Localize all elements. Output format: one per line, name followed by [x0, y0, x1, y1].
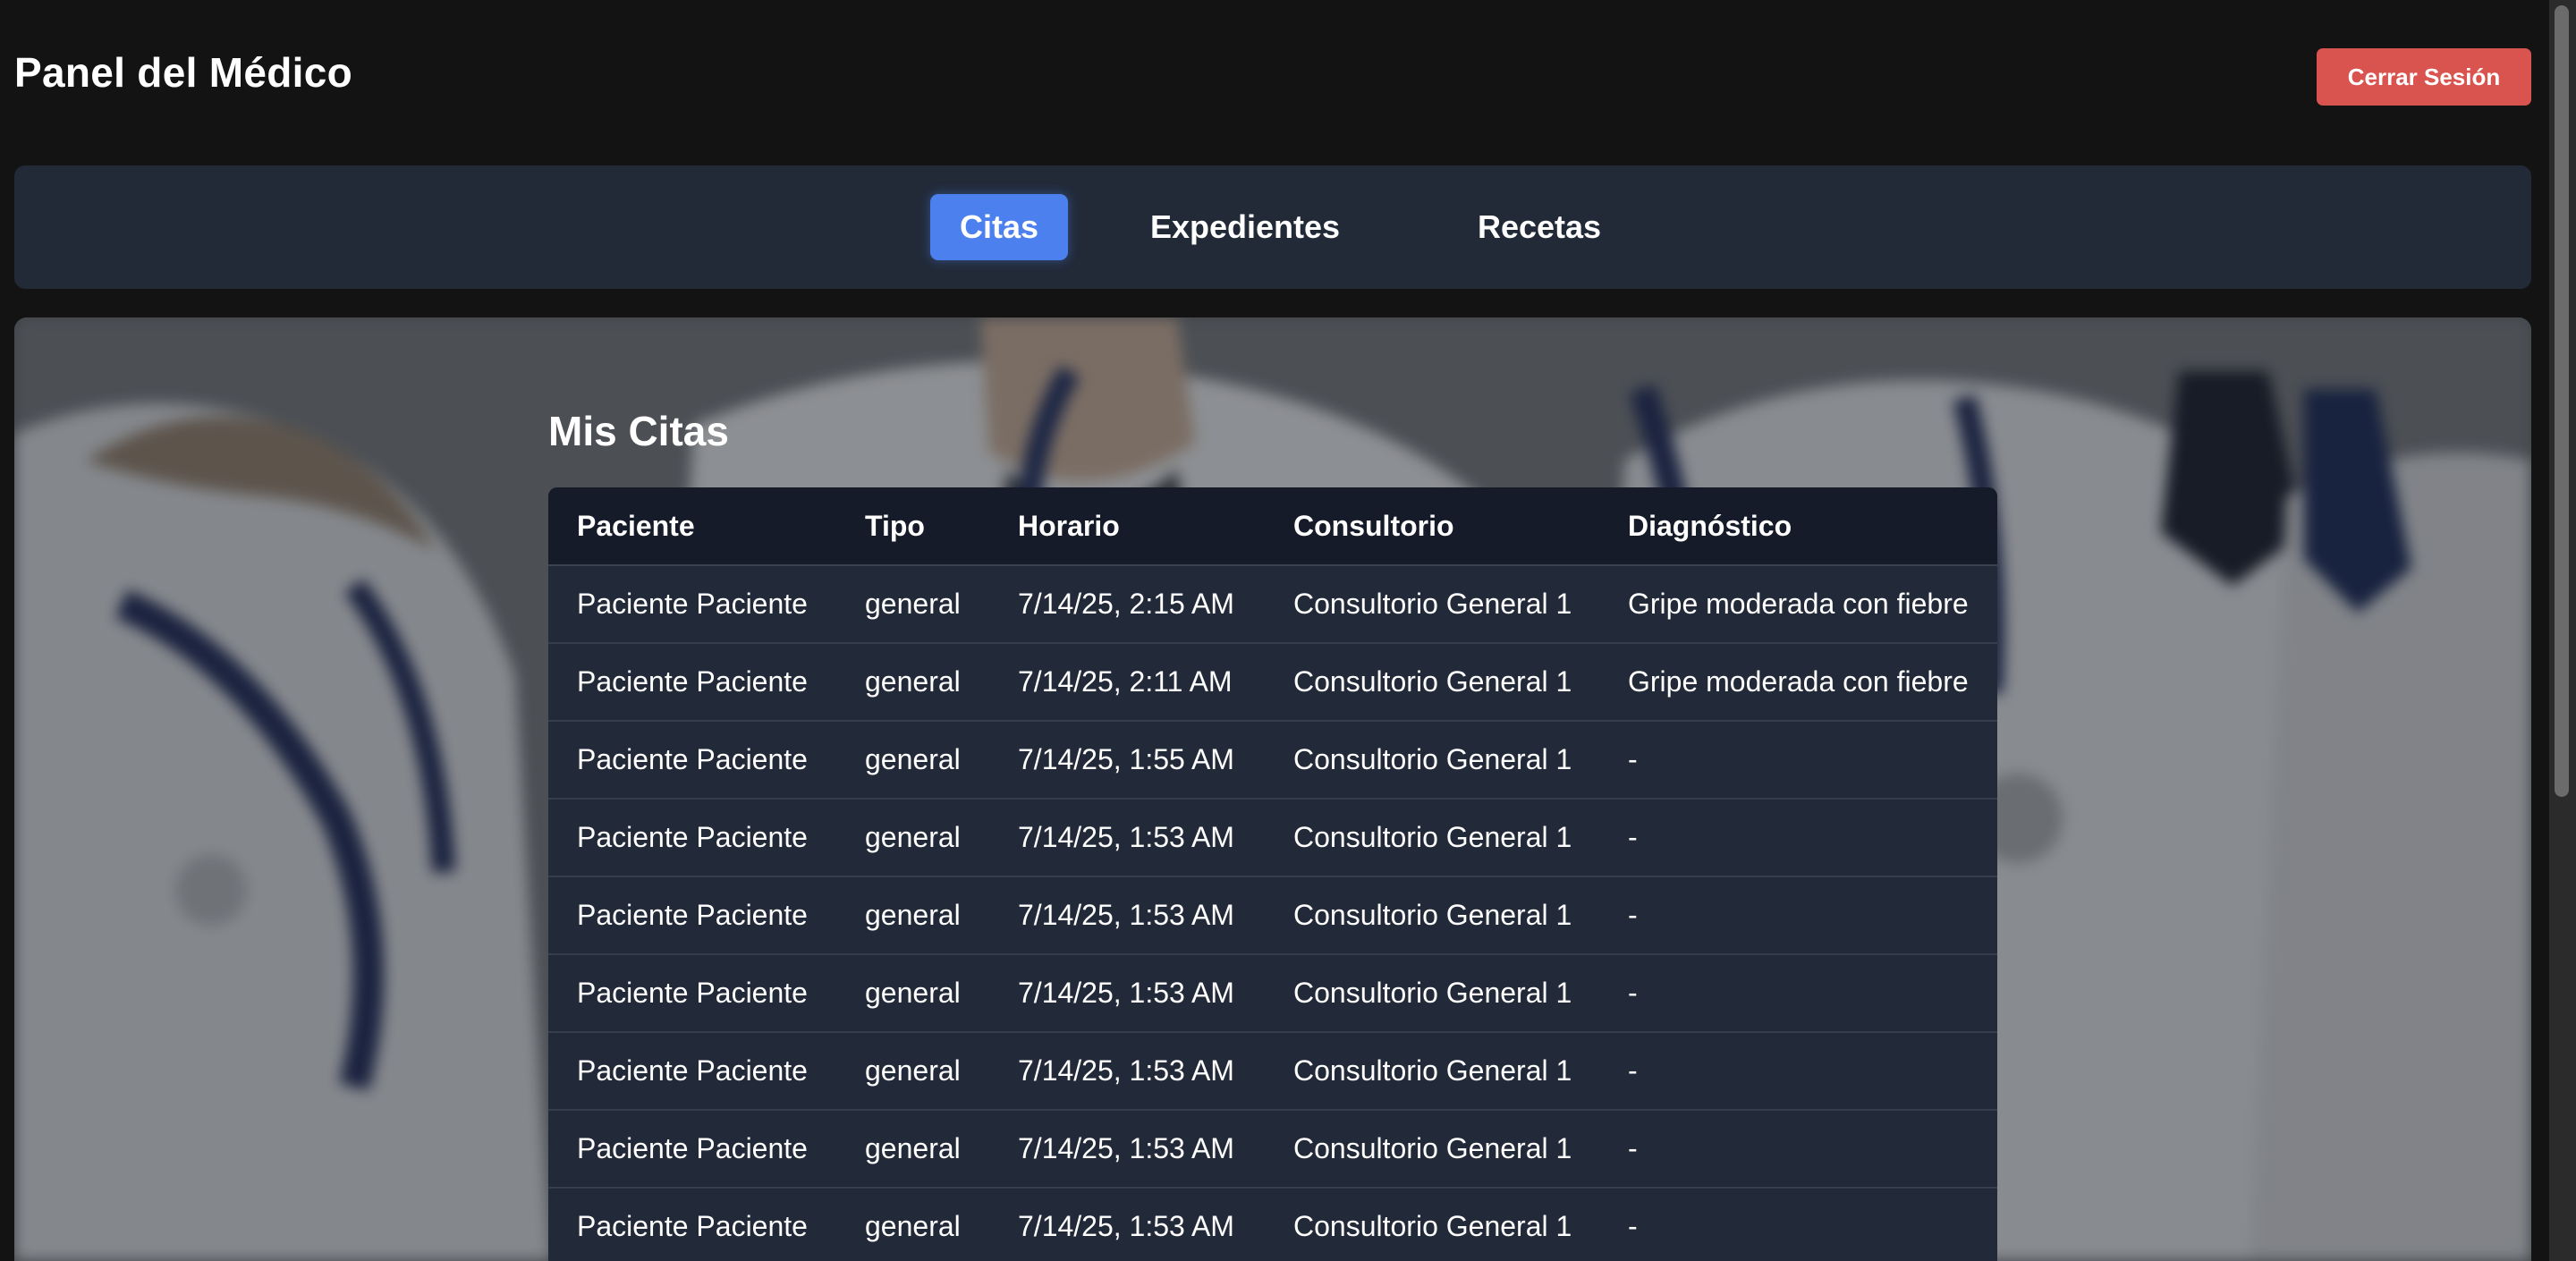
cell-consultorio: Consultorio General 1 [1265, 1110, 1599, 1189]
cell-diagnostico: - [1599, 876, 1997, 955]
tab-expedientes[interactable]: Expedientes [1127, 194, 1363, 260]
cell-horario: 7/14/25, 1:53 AM [989, 1188, 1265, 1261]
cell-diagnostico: - [1599, 1188, 1997, 1261]
column-header-diagnostico: Diagnóstico [1599, 487, 1997, 566]
table-row: Paciente Paciente general 7/14/25, 1:53 … [548, 799, 1997, 877]
cell-consultorio: Consultorio General 1 [1265, 1188, 1599, 1261]
cell-diagnostico: - [1599, 954, 1997, 1033]
column-header-paciente: Paciente [548, 487, 836, 566]
table-row: Paciente Paciente general 7/14/25, 2:11 … [548, 643, 1997, 722]
cell-diagnostico: Gripe moderada con fiebre [1599, 643, 1997, 722]
cell-paciente: Paciente Paciente [548, 721, 836, 800]
cell-consultorio: Consultorio General 1 [1265, 1032, 1599, 1111]
cell-diagnostico: - [1599, 721, 1997, 800]
cell-horario: 7/14/25, 1:53 AM [989, 954, 1265, 1033]
cell-horario: 7/14/25, 1:53 AM [989, 1110, 1265, 1189]
table-row: Paciente Paciente general 7/14/25, 1:53 … [548, 876, 1997, 955]
table-row: Paciente Paciente general 7/14/25, 1:53 … [548, 1188, 1997, 1261]
cell-diagnostico: - [1599, 1110, 1997, 1189]
column-header-consultorio: Consultorio [1265, 487, 1599, 566]
app-window: Panel del Médico Cerrar Sesión Citas Exp… [0, 0, 2576, 1261]
appointments-table: Paciente Tipo Horario Consultorio Diagnó… [548, 487, 1997, 1261]
table-row: Paciente Paciente general 7/14/25, 1:53 … [548, 954, 1997, 1033]
cell-consultorio: Consultorio General 1 [1265, 721, 1599, 800]
cell-consultorio: Consultorio General 1 [1265, 643, 1599, 722]
cell-horario: 7/14/25, 2:15 AM [989, 565, 1265, 644]
cell-horario: 7/14/25, 1:53 AM [989, 1032, 1265, 1111]
logout-button[interactable]: Cerrar Sesión [2317, 48, 2531, 106]
cell-horario: 7/14/25, 1:53 AM [989, 876, 1265, 955]
page-title: Panel del Médico [14, 49, 353, 96]
cell-paciente: Paciente Paciente [548, 799, 836, 877]
column-header-tipo: Tipo [836, 487, 989, 566]
cell-paciente: Paciente Paciente [548, 643, 836, 722]
table-row: Paciente Paciente general 7/14/25, 1:53 … [548, 1032, 1997, 1111]
cell-tipo: general [836, 1032, 989, 1111]
cell-tipo: general [836, 1110, 989, 1189]
cell-horario: 7/14/25, 2:11 AM [989, 643, 1265, 722]
table-row: Paciente Paciente general 7/14/25, 1:53 … [548, 1110, 1997, 1189]
table-row: Paciente Paciente general 7/14/25, 2:15 … [548, 565, 1997, 644]
tab-bar: Citas Expedientes Recetas [14, 165, 2531, 289]
table-header-row: Paciente Tipo Horario Consultorio Diagnó… [548, 487, 1997, 566]
cell-tipo: general [836, 799, 989, 877]
cell-horario: 7/14/25, 1:53 AM [989, 799, 1265, 877]
vertical-scrollbar[interactable] [2549, 0, 2576, 1261]
cell-paciente: Paciente Paciente [548, 565, 836, 644]
cell-paciente: Paciente Paciente [548, 876, 836, 955]
cell-tipo: general [836, 876, 989, 955]
scrollbar-thumb[interactable] [2555, 5, 2569, 797]
cell-paciente: Paciente Paciente [548, 954, 836, 1033]
cell-tipo: general [836, 565, 989, 644]
main-content: Mis Citas Paciente Tipo Horario Consulto… [14, 317, 2531, 1261]
cell-diagnostico: Gripe moderada con fiebre [1599, 565, 1997, 644]
cell-horario: 7/14/25, 1:55 AM [989, 721, 1265, 800]
cell-diagnostico: - [1599, 1032, 1997, 1111]
cell-tipo: general [836, 1188, 989, 1261]
tab-recetas[interactable]: Recetas [1454, 194, 1624, 260]
table-row: Paciente Paciente general 7/14/25, 1:55 … [548, 721, 1997, 800]
cell-consultorio: Consultorio General 1 [1265, 799, 1599, 877]
cell-paciente: Paciente Paciente [548, 1032, 836, 1111]
cell-paciente: Paciente Paciente [548, 1188, 836, 1261]
cell-consultorio: Consultorio General 1 [1265, 954, 1599, 1033]
cell-consultorio: Consultorio General 1 [1265, 876, 1599, 955]
header: Panel del Médico Cerrar Sesión [0, 0, 2549, 152]
cell-tipo: general [836, 954, 989, 1033]
tab-citas[interactable]: Citas [930, 194, 1068, 260]
column-header-horario: Horario [989, 487, 1265, 566]
section-title: Mis Citas [548, 408, 729, 454]
cell-tipo: general [836, 643, 989, 722]
cell-paciente: Paciente Paciente [548, 1110, 836, 1189]
cell-tipo: general [836, 721, 989, 800]
cell-consultorio: Consultorio General 1 [1265, 565, 1599, 644]
cell-diagnostico: - [1599, 799, 1997, 877]
